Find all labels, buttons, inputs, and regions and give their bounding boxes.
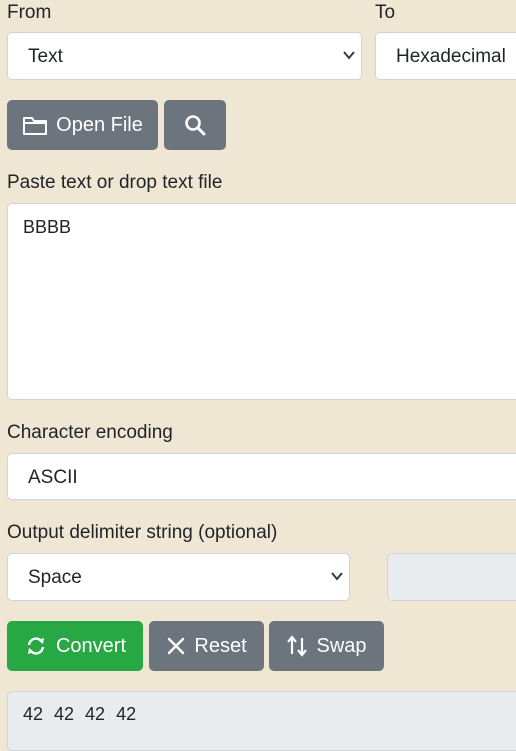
convert-button[interactable]: Convert: [7, 621, 143, 671]
delimiter-select[interactable]: Space: [7, 553, 350, 601]
from-label: From: [7, 2, 52, 23]
encoding-label: Character encoding: [7, 422, 173, 443]
folder-icon: [23, 117, 48, 135]
encoding-field[interactable]: ASCII: [7, 453, 516, 500]
chevron-down-icon: [343, 51, 355, 60]
open-file-label: Open File: [56, 113, 143, 136]
swap-label: Swap: [316, 634, 367, 657]
from-select[interactable]: Text: [7, 32, 362, 80]
swap-arrows-icon: [287, 635, 308, 657]
to-select-value: Hexadecimal: [396, 46, 506, 67]
delimiter-select-value: Space: [28, 567, 82, 588]
to-select[interactable]: Hexadecimal: [375, 32, 516, 80]
swap-button[interactable]: Swap: [269, 621, 384, 671]
custom-delimiter-input: [387, 553, 516, 601]
output-text: 42 42 42 42: [23, 704, 137, 724]
search-button[interactable]: [164, 100, 226, 150]
output-textarea[interactable]: 42 42 42 42: [7, 691, 516, 751]
search-icon: [185, 115, 206, 136]
delimiter-label: Output delimiter string (optional): [7, 522, 278, 543]
refresh-icon: [27, 637, 45, 655]
reset-button[interactable]: Reset: [149, 621, 264, 671]
open-file-button[interactable]: Open File: [7, 100, 158, 150]
paste-label: Paste text or drop text file: [7, 172, 223, 193]
encoding-value: ASCII: [28, 467, 78, 488]
to-label: To: [375, 2, 396, 23]
close-icon: [168, 637, 185, 655]
input-textarea[interactable]: BBBB: [7, 203, 516, 400]
convert-label: Convert: [55, 634, 127, 657]
chevron-down-icon: [331, 572, 343, 581]
reset-label: Reset: [194, 634, 247, 657]
input-text: BBBB: [23, 217, 72, 237]
from-select-value: Text: [28, 46, 63, 67]
